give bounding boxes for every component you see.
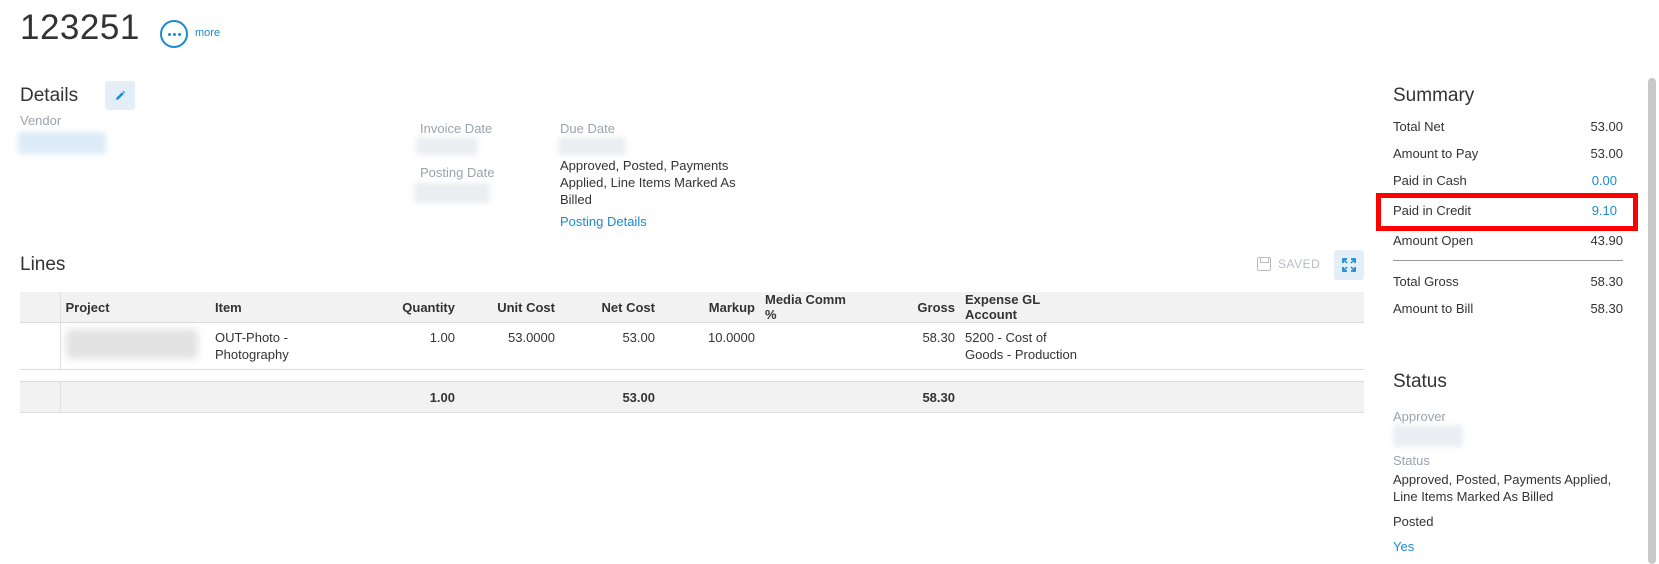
posting-date-label: Posting Date — [420, 165, 495, 180]
column-header-item[interactable]: Item — [210, 292, 360, 323]
more-dots-icon — [167, 32, 171, 36]
summary-label: Amount to Bill — [1393, 301, 1474, 316]
invoice-status-text: Approved, Posted, Payments Applied, Line… — [560, 158, 736, 207]
summary-label: Amount to Pay — [1393, 146, 1479, 161]
summary-label: Amount Open — [1393, 233, 1474, 248]
posting-details-link[interactable]: Posting Details — [560, 214, 647, 229]
column-header-project[interactable]: Project — [60, 292, 210, 323]
quantity-cell: 1.00 — [360, 322, 460, 370]
posted-label: Posted — [1393, 514, 1434, 529]
status-section-title: Status — [1393, 371, 1447, 392]
posting-date-value-redacted — [414, 183, 490, 203]
vendor-label: Vendor — [20, 113, 62, 128]
gross-cell: 58.30 — [860, 322, 960, 370]
paid-in-cash-link[interactable]: 0.00 — [1592, 173, 1617, 188]
total-net-cost: 53.00 — [560, 381, 660, 413]
summary-label: Paid in Cash — [1393, 173, 1467, 188]
project-value-redacted — [65, 329, 198, 359]
media-comm-cell — [760, 322, 860, 370]
markup-cell: 10.0000 — [660, 322, 760, 370]
summary-label: Total Net — [1393, 119, 1445, 134]
total-gross: 58.30 — [860, 381, 960, 413]
status-value: Approved, Posted, Payments Applied, Line… — [1393, 472, 1612, 504]
table-row[interactable]: OUT-Photo - Photography 1.00 53.0000 53.… — [20, 322, 1364, 370]
save-icon — [1257, 257, 1271, 271]
invoice-date-label: Invoice Date — [420, 121, 493, 136]
summary-value: 58.30 — [1590, 274, 1623, 289]
column-header-gross[interactable]: Gross — [860, 292, 960, 323]
summary-row-amount-open: Amount Open 43.90 — [1393, 233, 1623, 248]
item-cell: OUT-Photo - Photography — [210, 322, 360, 370]
column-header-markup[interactable]: Markup — [660, 292, 760, 323]
details-section-title: Details — [20, 85, 79, 106]
status-label: Status — [1393, 453, 1430, 468]
table-header-row: Project Item Quantity Unit Cost Net Cost… — [20, 292, 1364, 323]
summary-row-total-gross: Total Gross 58.30 — [1393, 274, 1623, 289]
column-header-filler — [1090, 292, 1364, 323]
select-column-header — [20, 292, 61, 323]
gl-account-cell: 5200 - Cost of Goods - Production — [960, 322, 1090, 370]
column-header-quantity[interactable]: Quantity — [360, 292, 460, 323]
net-cost-cell: 53.00 — [560, 322, 660, 370]
paid-in-credit-highlight — [1376, 193, 1638, 231]
due-date-label: Due Date — [560, 121, 615, 136]
summary-row-total-net: Total Net 53.00 — [1393, 119, 1623, 134]
vertical-scrollbar[interactable] — [1648, 78, 1656, 564]
summary-row-paid-in-cash: Paid in Cash 0.00 — [1393, 173, 1623, 188]
summary-divider — [1393, 260, 1623, 261]
summary-value: 43.90 — [1590, 233, 1623, 248]
column-header-net-cost[interactable]: Net Cost — [560, 292, 660, 323]
due-date-value-redacted — [558, 137, 626, 155]
table-spacer-row — [20, 370, 1364, 382]
unit-cost-cell: 53.0000 — [460, 322, 560, 370]
row-select-cell[interactable] — [20, 322, 61, 370]
approver-label: Approver — [1393, 409, 1446, 424]
summary-value: 53.00 — [1590, 146, 1623, 161]
column-header-gl-account[interactable]: Expense GL Account — [960, 292, 1090, 323]
invoice-number-title: 123251 — [20, 8, 140, 47]
summary-row-amount-to-bill: Amount to Bill 58.30 — [1393, 301, 1623, 316]
column-header-unit-cost[interactable]: Unit Cost — [460, 292, 560, 323]
summary-value: 58.30 — [1590, 301, 1623, 316]
lines-table: Project Item Quantity Unit Cost Net Cost… — [20, 292, 1364, 413]
edit-details-button[interactable] — [105, 81, 135, 110]
summary-row-amount-to-pay: Amount to Pay 53.00 — [1393, 146, 1623, 161]
more-link[interactable]: more — [195, 27, 220, 39]
table-totals-row: 1.00 53.00 58.30 — [20, 381, 1364, 413]
vendor-value-redacted[interactable] — [18, 132, 106, 154]
invoice-date-value-redacted — [416, 137, 478, 155]
summary-section-title: Summary — [1393, 85, 1475, 106]
expand-icon — [1342, 258, 1356, 272]
project-cell — [60, 322, 210, 370]
approver-value-redacted — [1393, 425, 1463, 447]
summary-value: 53.00 — [1590, 119, 1623, 134]
more-options-button[interactable] — [160, 20, 188, 48]
column-header-media-comm[interactable]: Media Comm % — [760, 292, 860, 323]
saved-status-label: SAVED — [1278, 257, 1321, 271]
posted-value-link[interactable]: Yes — [1393, 539, 1414, 554]
summary-label: Total Gross — [1393, 274, 1459, 289]
total-quantity: 1.00 — [360, 381, 460, 413]
pencil-icon — [116, 90, 126, 100]
lines-section-title: Lines — [20, 254, 66, 275]
expand-table-button[interactable] — [1334, 250, 1364, 280]
